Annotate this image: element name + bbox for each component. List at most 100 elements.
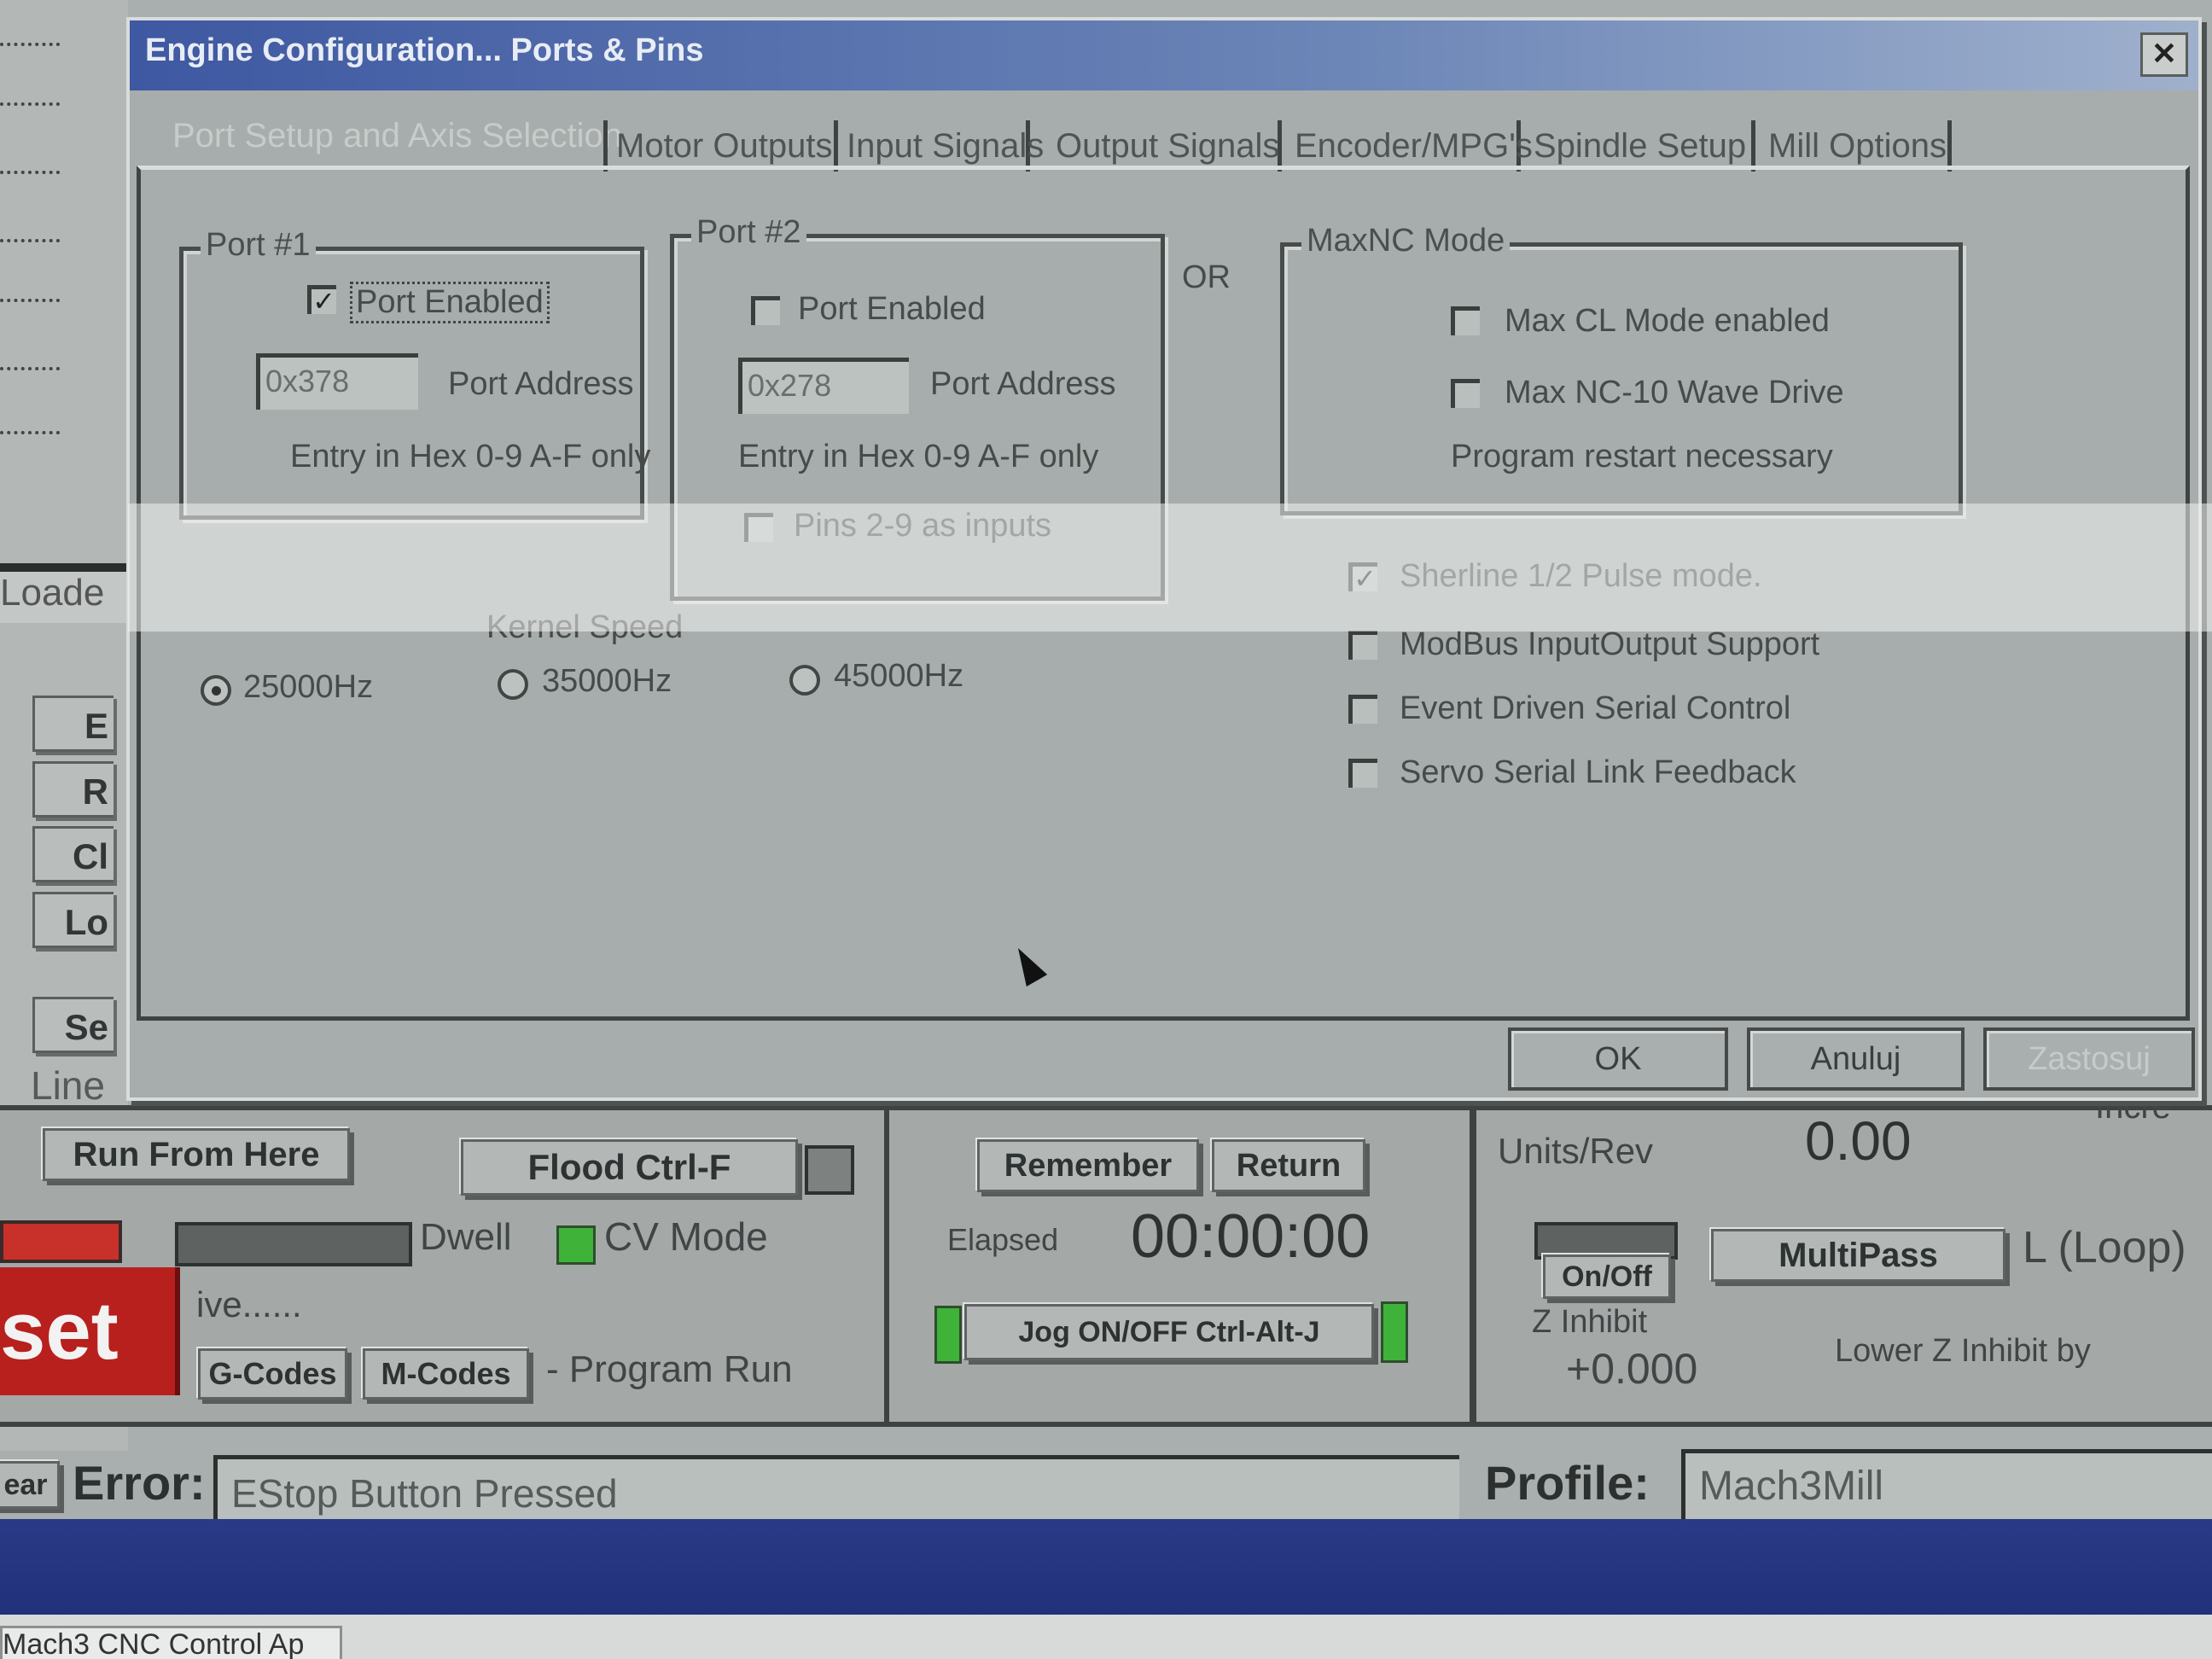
servo-serial-label: Servo Serial Link Feedback	[1400, 754, 1796, 790]
multipass-button[interactable]: MultiPass	[1711, 1229, 2005, 1282]
clear-button[interactable]: ear	[0, 1461, 60, 1509]
cancel-button[interactable]: Anuluj	[1747, 1027, 1965, 1091]
taskbar-item-mach3[interactable]: Mach3 CNC Control Ap	[0, 1626, 342, 1659]
dotted-line	[0, 431, 60, 439]
port2-pins-label: Pins 2-9 as inputs	[794, 508, 1052, 544]
tab-spindle-setup[interactable]: Spindle Setup	[1525, 120, 1755, 172]
z-inhibit-value: +0.000	[1566, 1345, 1698, 1393]
port1-group: Port #1 ✓ Port Enabled 0x378 Port Addres…	[179, 227, 650, 520]
flood-button[interactable]: Flood Ctrl-F	[461, 1139, 798, 1196]
screen: Loade E R Cl Lo Se Line Run From Here Fl…	[0, 0, 2212, 1659]
modbus-checkbox[interactable]	[1348, 631, 1377, 660]
side-button-r[interactable]: R	[32, 761, 114, 818]
modbus-label: ModBus InputOutput Support	[1400, 626, 1820, 662]
port2-address-input[interactable]: 0x278	[738, 358, 909, 414]
or-label: OR	[1182, 259, 1231, 295]
port-setup-page: Port #1 ✓ Port Enabled 0x378 Port Addres…	[137, 166, 2190, 1021]
mcodes-button[interactable]: M-Codes	[363, 1348, 529, 1400]
servo-serial-checkbox[interactable]	[1348, 759, 1377, 788]
port2-address-label: Port Address	[930, 366, 1116, 402]
elapsed-value: 00:00:00	[1131, 1202, 1371, 1271]
dwell-led	[175, 1222, 412, 1266]
profile-label: Profile:	[1485, 1456, 1650, 1510]
port2-title: Port #2	[691, 214, 806, 251]
max-cl-checkbox[interactable]	[1451, 306, 1480, 335]
program-run-label: - Program Run	[546, 1348, 793, 1390]
kernel-35000-radio[interactable]	[498, 669, 528, 700]
kernel-35000-label: 35000Hz	[542, 663, 672, 699]
dialog-title: Engine Configuration... Ports & Pins	[145, 32, 704, 68]
dialog-titlebar[interactable]: Engine Configuration... Ports & Pins ✕	[130, 20, 2198, 90]
tab-input-signals[interactable]: Input Signals	[838, 120, 1044, 172]
maxnc-title: MaxNC Mode	[1301, 223, 1511, 259]
cv-mode-led	[556, 1225, 596, 1265]
loop-label: L (Loop)	[2023, 1223, 2186, 1272]
jog-led-left	[934, 1306, 962, 1364]
port2-group: Port #2 Port Enabled 0x278 Port Address …	[670, 214, 1165, 601]
port2-hint: Entry in Hex 0-9 A-F only	[738, 439, 1099, 474]
taskbar	[0, 1519, 2212, 1630]
port1-address-label: Port Address	[448, 366, 634, 402]
dwell-label: Dwell	[420, 1216, 512, 1258]
port1-enabled-label: Port Enabled	[350, 282, 550, 323]
dotted-line	[0, 102, 60, 111]
tab-motor-outputs[interactable]: Motor Outputs	[603, 120, 838, 172]
kernel-25000-radio[interactable]	[201, 675, 231, 706]
elapsed-label: Elapsed	[947, 1222, 1059, 1257]
max-wave-label: Max NC-10 Wave Drive	[1505, 375, 1844, 410]
max-wave-checkbox[interactable]	[1451, 379, 1480, 408]
check-icon: ✓	[1353, 563, 1377, 594]
profile-field: Mach3Mill	[1681, 1449, 2212, 1522]
side-button-e[interactable]: E	[32, 696, 114, 752]
lower-z-label: Lower Z Inhibit by	[1835, 1333, 2091, 1369]
port2-pins-input-checkbox[interactable]	[744, 513, 773, 542]
units-rev-value: 0.00	[1805, 1110, 1912, 1172]
side-button-lo[interactable]: Lo	[32, 892, 114, 948]
cv-mode-label: CV Mode	[604, 1214, 768, 1259]
line-label: Line	[31, 1063, 105, 1108]
sherline-checkbox[interactable]: ✓	[1348, 562, 1377, 594]
z-inhibit-label: Z Inhibit	[1532, 1304, 1648, 1340]
port1-title: Port #1	[201, 227, 316, 264]
remember-button[interactable]: Remember	[977, 1139, 1199, 1192]
port1-hint: Entry in Hex 0-9 A-F only	[290, 439, 651, 474]
run-from-here-button[interactable]: Run From Here	[43, 1128, 350, 1181]
kernel-45000-label: 45000Hz	[834, 658, 964, 694]
tab-port-setup[interactable]: Port Setup and Axis Selection	[164, 110, 676, 161]
kernel-25000-label: 25000Hz	[243, 669, 374, 705]
zinhibit-onoff-button[interactable]: On/Off	[1543, 1254, 1671, 1299]
tab-output-signals[interactable]: Output Signals	[1047, 120, 1282, 172]
max-cl-label: Max CL Mode enabled	[1505, 303, 1830, 339]
close-icon[interactable]: ✕	[2140, 32, 2188, 77]
dotted-line	[0, 299, 60, 307]
reset-led	[0, 1220, 122, 1263]
port2-enabled-checkbox[interactable]	[751, 296, 780, 325]
jog-led-right	[1381, 1301, 1408, 1363]
side-button-cl[interactable]: Cl	[32, 826, 114, 882]
apply-button[interactable]: Zastosuj	[1983, 1027, 2195, 1091]
gcodes-button[interactable]: G-Codes	[198, 1348, 347, 1400]
port2-enabled-label: Port Enabled	[798, 291, 986, 327]
maxnc-note: Program restart necessary	[1451, 439, 1833, 474]
ok-button[interactable]: OK	[1508, 1027, 1728, 1091]
tab-encoder-mpg[interactable]: Encoder/MPG's	[1286, 120, 1533, 172]
maxnc-group: MaxNC Mode Max CL Mode enabled Max NC-10…	[1280, 223, 1963, 515]
return-button[interactable]: Return	[1212, 1139, 1365, 1192]
dotted-line	[0, 171, 60, 179]
port1-enabled-checkbox[interactable]: ✓	[307, 285, 336, 317]
event-serial-label: Event Driven Serial Control	[1400, 690, 1791, 726]
dotted-line	[0, 367, 60, 375]
jog-toggle-button[interactable]: Jog ON/OFF Ctrl-Alt-J	[964, 1304, 1374, 1360]
reset-button[interactable]: set	[0, 1267, 180, 1395]
loaded-label: Loade	[0, 563, 128, 623]
tab-mill-options[interactable]: Mill Options	[1760, 120, 1952, 172]
side-button-se[interactable]: Se	[32, 997, 114, 1053]
sherline-label: Sherline 1/2 Pulse mode.	[1400, 558, 1762, 594]
active-label: ive......	[196, 1284, 302, 1324]
check-icon: ✓	[312, 286, 335, 317]
kernel-45000-radio[interactable]	[789, 665, 820, 696]
event-serial-checkbox[interactable]	[1348, 695, 1377, 724]
engine-config-dialog: Engine Configuration... Ports & Pins ✕ P…	[126, 17, 2202, 1101]
port1-address-input[interactable]: 0x378	[256, 353, 418, 410]
dotted-line	[0, 43, 60, 51]
